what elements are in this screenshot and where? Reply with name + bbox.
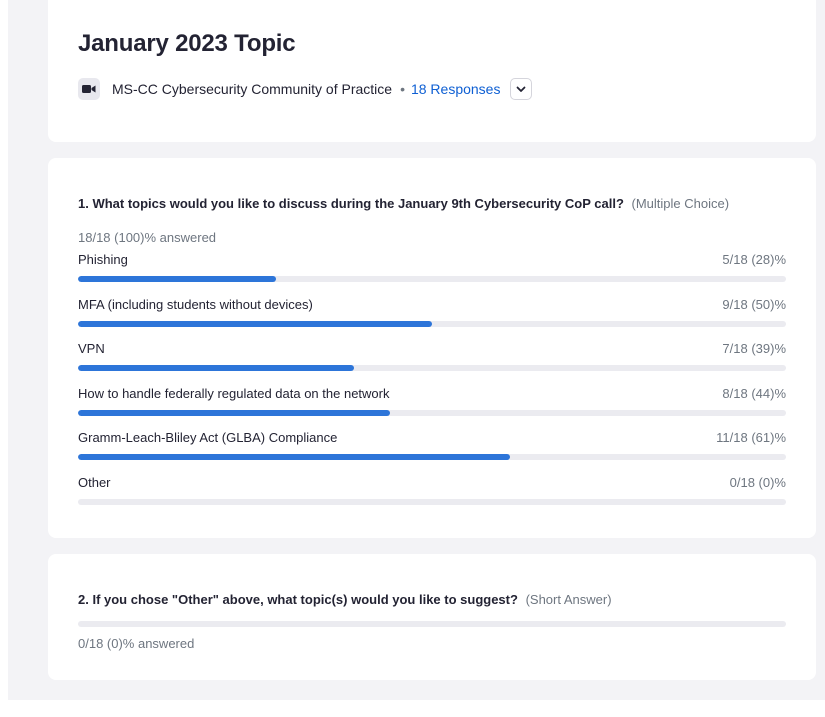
question-2-type: (Short Answer) <box>525 592 612 607</box>
option-label: How to handle federally regulated data o… <box>78 386 390 401</box>
question-2-bar-track <box>78 621 786 627</box>
option-glba: Gramm-Leach-Bliley Act (GLBA) Compliance… <box>78 430 786 466</box>
meeting-meta-row: MS-CC Cybersecurity Community of Practic… <box>78 77 533 101</box>
option-bar-fill <box>78 321 432 327</box>
option-bar-track <box>78 499 786 505</box>
chevron-down-icon <box>517 86 526 92</box>
option-count: 5/18 (28)% <box>722 252 786 267</box>
option-count: 0/18 (0)% <box>729 475 786 490</box>
option-phishing: Phishing 5/18 (28)% <box>78 252 786 288</box>
option-mfa: MFA (including students without devices)… <box>78 297 786 333</box>
separator-dot: • <box>400 81 405 97</box>
option-label: Other <box>78 475 111 490</box>
report-header-card: January 2023 Topic MS-CC Cybersecurity C… <box>48 0 816 142</box>
option-bar-fill <box>78 454 510 460</box>
option-bar-track <box>78 365 786 371</box>
option-label: MFA (including students without devices) <box>78 297 313 312</box>
responses-link[interactable]: 18 Responses <box>411 81 501 97</box>
option-bar-track <box>78 410 786 416</box>
question-2-title: 2. If you chose "Other" above, what topi… <box>78 592 518 607</box>
option-label: VPN <box>78 341 105 356</box>
option-bar-track <box>78 454 786 460</box>
option-federal-data: How to handle federally regulated data o… <box>78 386 786 422</box>
option-count: 7/18 (39)% <box>722 341 786 356</box>
video-camera-icon <box>78 78 100 100</box>
option-count: 11/18 (61)% <box>716 430 786 445</box>
expand-responses-button[interactable] <box>510 78 533 100</box>
question-1-answered: 18/18 (100)% answered <box>78 230 217 245</box>
page-bottom-edge <box>0 700 825 717</box>
option-vpn: VPN 7/18 (39)% <box>78 341 786 377</box>
question-1-title: 1. What topics would you like to discuss… <box>78 196 624 211</box>
option-label: Gramm-Leach-Bliley Act (GLBA) Compliance <box>78 430 338 445</box>
question-1-title-row: 1. What topics would you like to discuss… <box>78 196 729 211</box>
option-bar-fill <box>78 276 276 282</box>
option-count: 9/18 (50)% <box>722 297 786 312</box>
question-1-type: (Multiple Choice) <box>631 196 730 211</box>
option-bar-track <box>78 276 786 282</box>
option-count: 8/18 (44)% <box>722 386 786 401</box>
page-left-edge <box>0 0 8 717</box>
question-2-card: 2. If you chose "Other" above, what topi… <box>48 554 816 680</box>
option-label: Phishing <box>78 252 128 267</box>
option-bar-track <box>78 321 786 327</box>
option-other: Other 0/18 (0)% <box>78 475 786 511</box>
question-2-answered: 0/18 (0)% answered <box>78 636 195 651</box>
question-1-card: 1. What topics would you like to discuss… <box>48 158 816 538</box>
question-2-title-row: 2. If you chose "Other" above, what topi… <box>78 592 612 607</box>
option-bar-fill <box>78 410 390 416</box>
page-title: January 2023 Topic <box>78 30 296 57</box>
meeting-name: MS-CC Cybersecurity Community of Practic… <box>112 81 393 97</box>
option-bar-fill <box>78 365 354 371</box>
